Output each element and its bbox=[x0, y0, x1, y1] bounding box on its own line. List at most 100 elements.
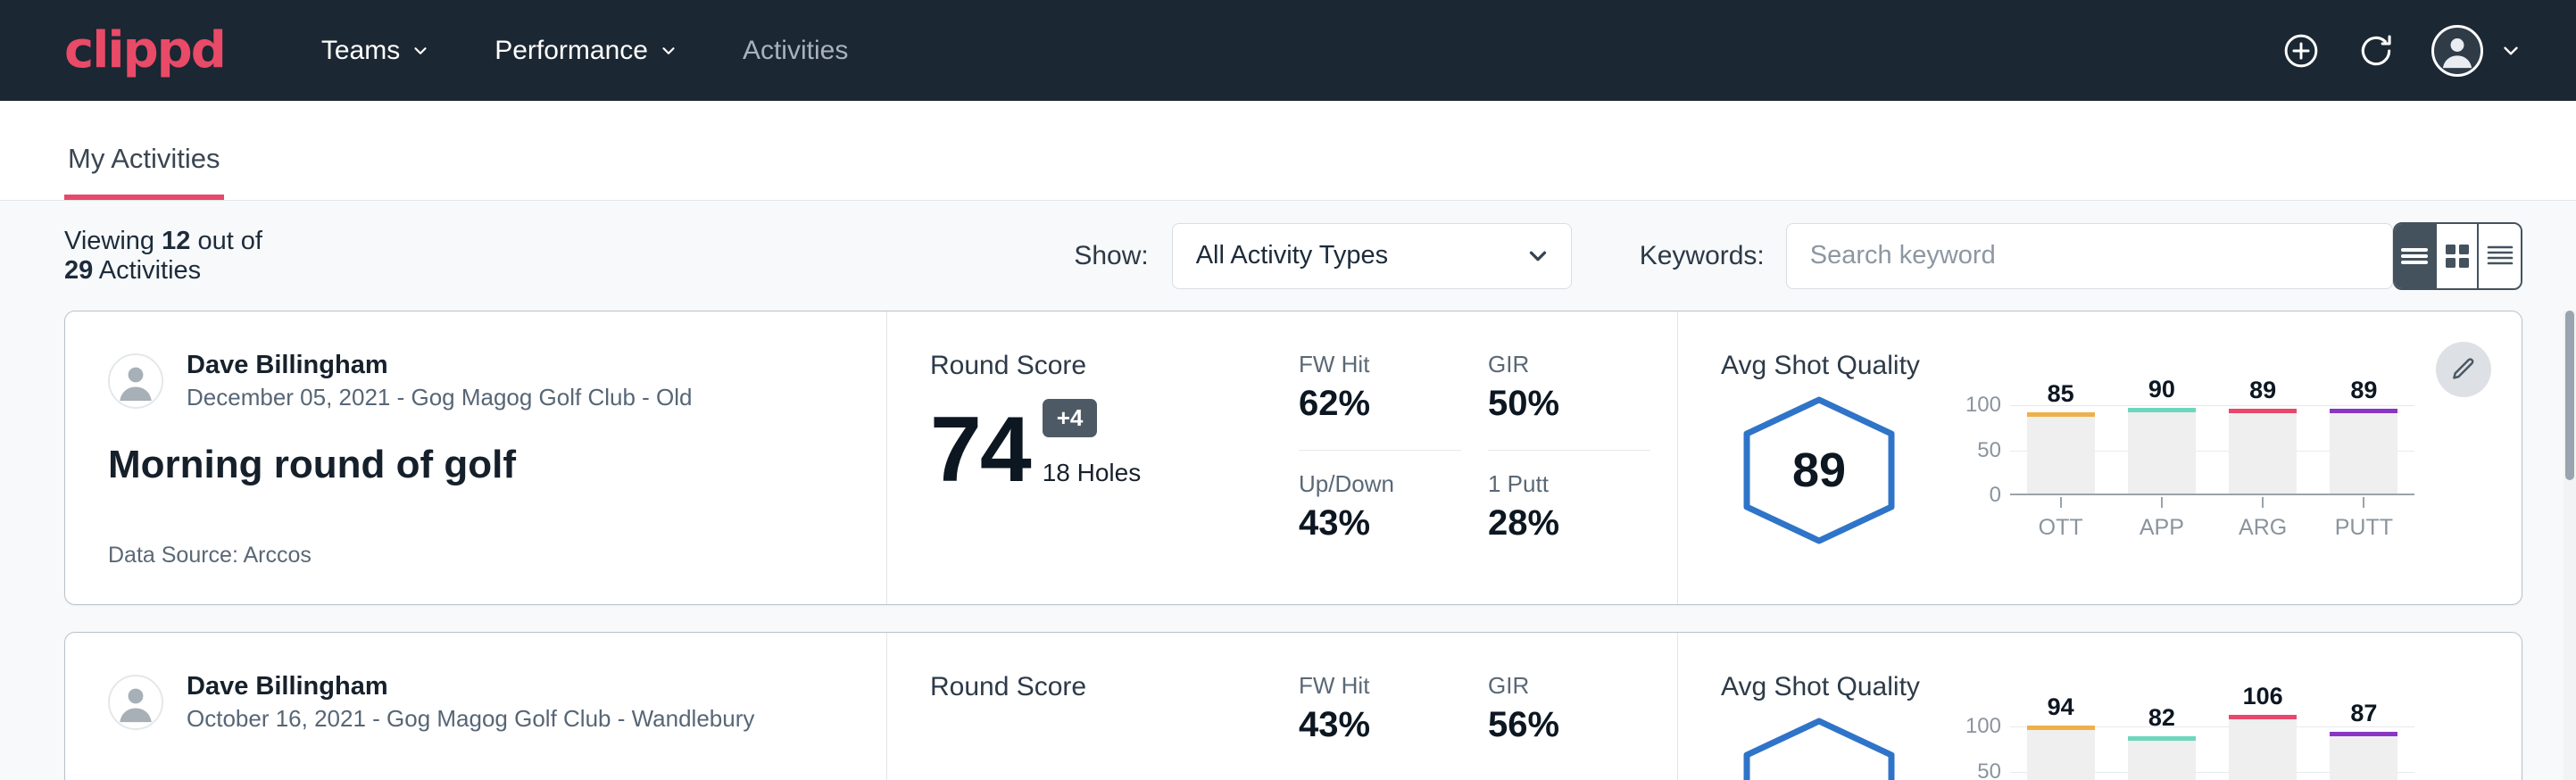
chart-bar bbox=[2128, 741, 2196, 780]
viewing-prefix: Viewing bbox=[64, 227, 154, 255]
stat-value: 43% bbox=[1299, 705, 1461, 745]
chart-bar-group: 87 bbox=[2314, 713, 2414, 780]
chart-bar-value-label: 89 bbox=[2350, 377, 2377, 404]
edit-activity-button[interactable] bbox=[2436, 342, 2491, 397]
tab-my-activities[interactable]: My Activities bbox=[64, 143, 224, 200]
show-label: Show: bbox=[1074, 241, 1148, 271]
stat-label: 1 Putt bbox=[1488, 470, 1650, 498]
chart-x-tick-label: OTT bbox=[2039, 515, 2083, 541]
nav-item-performance-label: Performance bbox=[494, 36, 648, 66]
chart-bar-group: 89 bbox=[2314, 392, 2414, 494]
filter-controls: Show: All Activity Types Keywords: bbox=[1074, 223, 2392, 289]
stat-value: 50% bbox=[1488, 384, 1650, 424]
tab-bar: My Activities bbox=[0, 101, 2576, 201]
viewing-count: 12 bbox=[162, 227, 190, 255]
viewing-total: 29 bbox=[64, 256, 93, 285]
scrollbar-thumb[interactable] bbox=[2565, 311, 2574, 480]
chart-bar-value-label: 87 bbox=[2350, 700, 2377, 727]
viewing-summary: Viewing 12 out of 29 Activities bbox=[64, 227, 270, 286]
compact-view-button[interactable] bbox=[2479, 224, 2521, 288]
nav-item-activities[interactable]: Activities bbox=[710, 36, 880, 66]
refresh-icon[interactable] bbox=[2356, 31, 2396, 71]
round-stats-grid: FW Hit 62% GIR 50% Up/Down 43% 1 Putt 28… bbox=[1258, 311, 1677, 604]
chart-bar-group: 85 bbox=[2010, 392, 2111, 494]
chart-y-tick-label: 0 bbox=[1990, 483, 2001, 508]
clippd-logo[interactable]: clippd bbox=[64, 26, 225, 76]
add-circle-icon[interactable] bbox=[2281, 31, 2321, 71]
activity-card[interactable]: Dave Billingham October 16, 2021 - Gog M… bbox=[64, 632, 2522, 780]
shot-quality-chart: 050100 85908989 OTTAPPARGPUTT bbox=[1917, 388, 2414, 535]
nav-item-teams[interactable]: Teams bbox=[289, 36, 462, 66]
chevron-down-icon[interactable] bbox=[2499, 39, 2522, 62]
round-stats-grid: FW Hit 43% GIR 56% Up/Down 1 Putt bbox=[1258, 633, 1677, 780]
avg-shot-quality-section: Avg Shot Quality 89 050100 85908989 bbox=[1678, 311, 2522, 604]
chart-bar-value-label: 89 bbox=[2249, 377, 2276, 404]
chart-y-tick-label: 100 bbox=[1965, 393, 2001, 418]
stat-label: FW Hit bbox=[1299, 351, 1461, 378]
activity-user-name: Dave Billingham bbox=[187, 351, 693, 380]
stat-value: 28% bbox=[1488, 503, 1650, 544]
nav-actions bbox=[2281, 25, 2522, 77]
stat-value: 43% bbox=[1299, 503, 1461, 544]
stat-gir: GIR 56% bbox=[1488, 672, 1650, 780]
activity-author: Dave Billingham December 05, 2021 - Gog … bbox=[108, 351, 851, 412]
nav-item-teams-label: Teams bbox=[321, 36, 400, 66]
avg-shot-quality-section: Avg Shot Quality 050100 948210687 bbox=[1678, 633, 2522, 780]
quality-hexagon bbox=[1721, 709, 1917, 780]
activity-meta: October 16, 2021 - Gog Magog Golf Club -… bbox=[187, 705, 754, 733]
chart-bar bbox=[2128, 412, 2196, 494]
activity-type-select[interactable]: All Activity Types bbox=[1172, 223, 1572, 289]
chart-x-labels: OTTAPPARGPUTT bbox=[2010, 497, 2414, 541]
activity-type-select-value: All Activity Types bbox=[1196, 241, 1388, 270]
activity-summary: Dave Billingham October 16, 2021 - Gog M… bbox=[65, 633, 886, 780]
stat-up-down: Up/Down 43% bbox=[1299, 470, 1461, 569]
chevron-down-icon bbox=[659, 41, 678, 61]
top-navigation-bar: clippd Teams Performance Activities bbox=[0, 0, 2576, 101]
avatar[interactable] bbox=[2431, 25, 2483, 77]
chart-y-tick-label: 50 bbox=[1977, 759, 2001, 780]
stat-value: 62% bbox=[1299, 384, 1461, 424]
round-score-label: Round Score bbox=[930, 351, 1258, 381]
quality-hexagon: 89 bbox=[1721, 388, 1917, 547]
viewing-suffix: Activities bbox=[99, 256, 201, 285]
chart-plot-area: 948210687 bbox=[2010, 713, 2414, 780]
round-score-label: Round Score bbox=[930, 672, 1258, 702]
chart-bar-group: 82 bbox=[2111, 713, 2212, 780]
viewing-middle: out of bbox=[197, 227, 262, 255]
nav-item-performance[interactable]: Performance bbox=[462, 36, 710, 66]
quality-score-value: 89 bbox=[1792, 444, 1846, 497]
round-score-value: 74 bbox=[930, 406, 1030, 494]
chart-tick-mark bbox=[2262, 497, 2264, 508]
chart-y-tick-label: 100 bbox=[1965, 714, 2001, 739]
chart-bar-value-label: 85 bbox=[2048, 380, 2074, 408]
search-input[interactable] bbox=[1786, 223, 2393, 289]
nav-item-activities-label: Activities bbox=[743, 36, 848, 66]
list-view-button[interactable] bbox=[2395, 224, 2437, 288]
chart-tick-mark bbox=[2060, 497, 2062, 508]
grid-view-button[interactable] bbox=[2437, 224, 2479, 288]
activity-user-name: Dave Billingham bbox=[187, 672, 754, 701]
activity-card[interactable]: Dave Billingham December 05, 2021 - Gog … bbox=[64, 311, 2522, 605]
chart-bar-group: 90 bbox=[2111, 392, 2212, 494]
filter-bar: Viewing 12 out of 29 Activities Show: Al… bbox=[0, 201, 2576, 311]
chart-bar-group: 94 bbox=[2010, 713, 2111, 780]
chart-bar bbox=[2229, 413, 2297, 494]
chart-bar-value-label: 82 bbox=[2148, 704, 2175, 732]
view-toggle-group bbox=[2393, 222, 2522, 290]
stat-label: FW Hit bbox=[1299, 672, 1461, 700]
chart-x-tick: OTT bbox=[2010, 497, 2111, 541]
chart-tick-mark bbox=[2363, 497, 2364, 508]
activity-title: Morning round of golf bbox=[108, 443, 851, 487]
stat-label: GIR bbox=[1488, 351, 1650, 378]
scrollbar[interactable] bbox=[2564, 311, 2576, 780]
avatar bbox=[108, 353, 163, 409]
stat-label: GIR bbox=[1488, 672, 1650, 700]
chart-bar-group: 89 bbox=[2213, 392, 2314, 494]
chart-bar bbox=[2330, 413, 2397, 494]
activity-list: Dave Billingham December 05, 2021 - Gog … bbox=[0, 311, 2576, 780]
chart-bar bbox=[2229, 719, 2297, 780]
stat-gir: GIR 50% bbox=[1488, 351, 1650, 451]
over-par-badge: +4 bbox=[1043, 399, 1098, 437]
avg-shot-quality-label: Avg Shot Quality bbox=[1721, 351, 2414, 381]
chart-bars: 948210687 bbox=[2010, 713, 2414, 780]
